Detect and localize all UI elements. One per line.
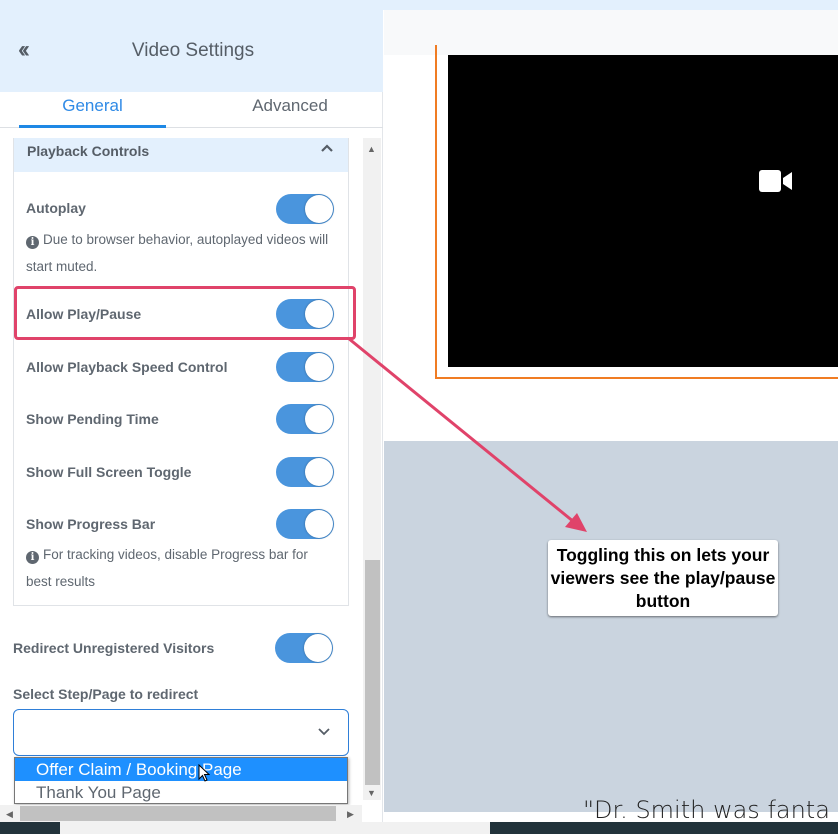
video-placeholder[interactable] [448,55,838,367]
chevron-up-icon[interactable] [320,141,334,158]
preview-section [384,441,838,812]
top-strip [0,0,838,10]
autoplay-note: i Due to browser behavior, autoplayed vid… [26,226,336,280]
full-screen-label: Show Full Screen Toggle [26,464,192,480]
tab-general[interactable]: General [19,96,166,116]
bottom-bar [0,822,60,834]
select-label: Select Step/Page to redirect [13,686,199,702]
double-chevron-left-icon[interactable]: ‹‹ [18,36,30,64]
info-icon: i [26,236,39,249]
full-screen-toggle[interactable] [276,457,334,487]
progress-bar-note: i For tracking videos, disable Progress b… [26,541,336,595]
annotation-tooltip: Toggling this on lets your viewers see t… [548,540,778,616]
active-tab-indicator [19,125,166,128]
note-text: Due to browser behavior, autoplayed vide… [26,232,329,274]
option-offer-claim[interactable]: Offer Claim / Booking Page [15,758,347,781]
progress-bar-toggle[interactable] [276,509,334,539]
redirect-label: Redirect Unregistered Visitors [13,640,215,656]
pending-time-toggle[interactable] [276,404,334,434]
option-thank-you[interactable]: Thank You Page [15,781,347,804]
panel-header: Video Settings ‹‹ [0,10,383,92]
info-icon: i [26,551,39,564]
scroll-left-arrow-icon[interactable]: ◀ [6,809,13,820]
bottom-bar [490,822,838,834]
autoplay-toggle[interactable] [276,194,334,224]
speed-control-toggle[interactable] [276,352,334,382]
section-header[interactable]: Playback Controls [14,138,348,172]
note-text: For tracking videos, disable Progress ba… [26,547,308,589]
chevron-down-icon [318,728,330,736]
speed-control-label: Allow Playback Speed Control [26,359,228,375]
section-title: Playback Controls [27,143,150,159]
autoplay-label: Autoplay [26,200,86,216]
testimonial-quote: "Dr. Smith was fanta [583,796,830,824]
vertical-scroll-thumb[interactable] [365,560,380,785]
video-camera-icon [759,170,792,192]
pending-time-label: Show Pending Time [26,411,159,427]
scroll-up-arrow-icon[interactable]: ▲ [367,144,376,154]
mouse-cursor-icon [198,764,210,782]
highlight-box [14,286,356,340]
select-dropdown: Offer Claim / Booking Page Thank You Pag… [14,757,348,804]
horizontal-scroll-thumb[interactable] [20,806,336,821]
panel-title: Video Settings [131,40,255,61]
progress-bar-label: Show Progress Bar [26,516,156,532]
scroll-right-arrow-icon[interactable]: ▶ [347,809,354,820]
redirect-toggle[interactable] [275,633,333,663]
tab-advanced[interactable]: Advanced [200,96,380,116]
scroll-down-arrow-icon[interactable]: ▼ [367,788,376,798]
bottom-bar [60,822,490,834]
redirect-page-select[interactable] [13,709,349,756]
